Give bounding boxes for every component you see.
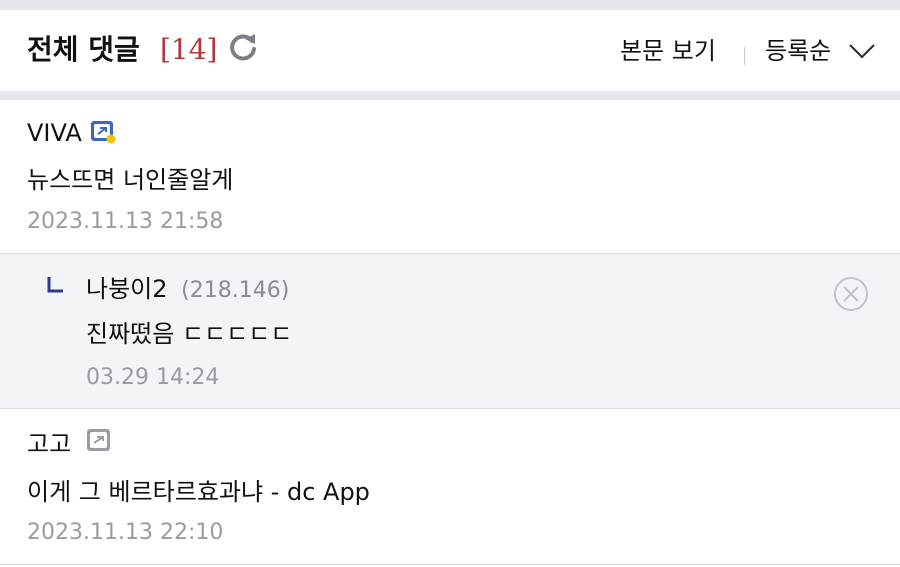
header-divider [744, 47, 745, 65]
comment-item: 고고 이게 그 베르타르효과냐 - dc App 2023.11.13 22:1… [0, 409, 900, 565]
comment-nickname[interactable]: 고고 [27, 429, 71, 459]
refresh-icon[interactable] [226, 30, 260, 64]
sort-dropdown[interactable]: 등록순 [765, 35, 875, 67]
comment-nickname[interactable]: VIVA [27, 118, 82, 148]
chevron-down-icon [849, 44, 875, 59]
comment-section: 전체 댓글 [14] 본문 보기 등록순 VIVA 뉴스뜨면 너인줄알게 202… [0, 0, 900, 567]
reply-nickname-text: 나붕이2 [86, 275, 168, 303]
comment-content: 뉴스뜨면 너인줄알게 [27, 166, 234, 194]
delete-icon[interactable] [833, 276, 869, 312]
comments-title: 전체 댓글 [27, 33, 140, 66]
comment-date: 2023.11.13 22:10 [27, 520, 224, 545]
reply-content: 진짜떴음 ㄷㄷㄷㄷㄷ [86, 320, 293, 348]
comment-item: VIVA 뉴스뜨면 너인줄알게 2023.11.13 21:58 [0, 100, 900, 254]
comment-date: 2023.11.13 21:58 [27, 209, 224, 234]
reply-arrow-icon [47, 277, 63, 293]
sort-label: 등록순 [765, 37, 832, 65]
half-fixed-nick-icon [87, 429, 110, 451]
comment-count: [14] [160, 33, 218, 66]
reply-item: 나붕이2 (218.146) 진짜떴음 ㄷㄷㄷㄷㄷ 03.29 14:24 [0, 254, 900, 409]
reply-ip: (218.146) [181, 278, 290, 303]
reply-nickname[interactable]: 나붕이2 (218.146) [86, 274, 289, 306]
reply-date: 03.29 14:24 [86, 365, 220, 390]
top-separator [0, 0, 900, 10]
view-body-button[interactable]: 본문 보기 [620, 35, 716, 67]
comment-header: 전체 댓글 [14] 본문 보기 등록순 [0, 10, 900, 100]
fixed-nick-icon [91, 121, 116, 144]
comment-content: 이게 그 베르타르효과냐 - dc App [27, 478, 370, 506]
